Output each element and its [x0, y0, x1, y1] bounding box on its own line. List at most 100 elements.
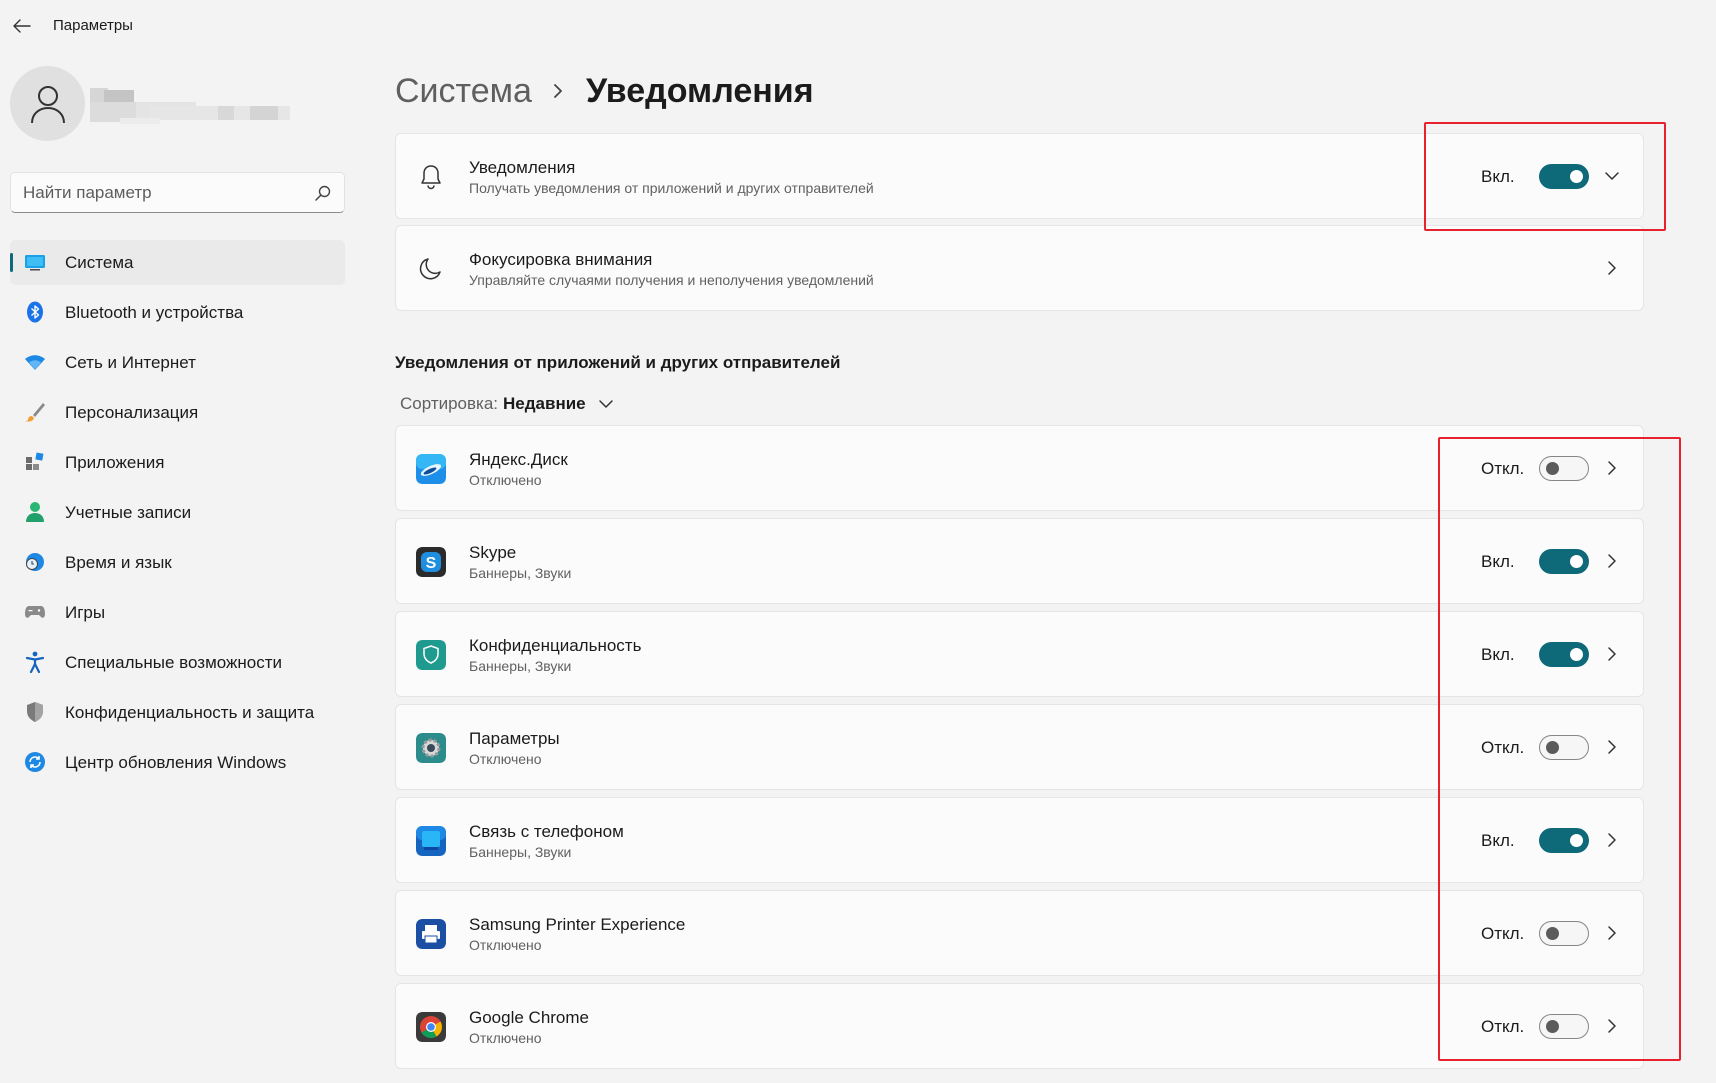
chevron-right-icon[interactable] — [1601, 829, 1623, 851]
app-toggle[interactable] — [1539, 549, 1589, 574]
app-row-google-chrome[interactable]: Google Chrome Отключено Откл. — [395, 983, 1644, 1069]
app-detail: Баннеры, Звуки — [469, 565, 572, 581]
search-input[interactable] — [23, 173, 303, 212]
moon-icon — [416, 254, 446, 284]
app-detail: Отключено — [469, 751, 542, 767]
sidebar-item-label: Конфиденциальность и защита — [65, 702, 315, 722]
app-toggle[interactable] — [1539, 1014, 1589, 1039]
sidebar-item-label: Сеть и Интернет — [65, 352, 196, 372]
sidebar-item-time-language[interactable]: Время и язык — [10, 540, 345, 585]
app-row-phone-link[interactable]: Связь с телефоном Баннеры, Звуки Вкл. — [395, 797, 1644, 883]
sidebar-item-label: Учетные записи — [65, 502, 192, 522]
toggle-knob — [1570, 834, 1583, 847]
sidebar-item-accessibility[interactable]: Специальные возможности — [10, 640, 345, 685]
app-row-yandex-disk[interactable]: Яндекс.Диск Отключено Откл. — [395, 425, 1644, 511]
sidebar-item-apps[interactable]: Приложения — [10, 440, 345, 485]
toggle-knob — [1570, 170, 1583, 183]
sidebar-item-network[interactable]: Сеть и Интернет — [10, 340, 345, 385]
chrome-icon — [416, 1012, 446, 1042]
app-detail: Отключено — [469, 937, 542, 953]
sidebar-item-bluetooth[interactable]: Bluetooth и устройства — [10, 290, 345, 335]
sidebar-item-system[interactable]: Система — [10, 240, 345, 285]
sidebar-item-label: Персонализация — [65, 402, 199, 422]
printer-icon — [416, 919, 446, 949]
gamepad-icon — [24, 601, 46, 623]
app-toggle[interactable] — [1539, 828, 1589, 853]
app-name: Конфиденциальность — [469, 636, 642, 655]
app-row-skype[interactable]: S Skype Баннеры, Звуки Вкл. — [395, 518, 1644, 604]
chevron-right-icon[interactable] — [1601, 550, 1623, 572]
avatar[interactable] — [10, 66, 85, 141]
page-title: Уведомления — [585, 71, 814, 110]
sidebar-item-windows-update[interactable]: Центр обновления Windows — [10, 740, 345, 785]
chevron-right-icon[interactable] — [1601, 457, 1623, 479]
toggle-knob — [1546, 1020, 1559, 1033]
toggle-knob — [1570, 648, 1583, 661]
app-detail: Отключено — [469, 472, 542, 488]
settings-gear-icon — [416, 733, 446, 763]
search-icon[interactable] — [314, 184, 332, 202]
globe-clock-icon — [24, 551, 46, 573]
app-state: Откл. — [1481, 924, 1525, 943]
chevron-down-icon[interactable] — [1601, 165, 1623, 187]
sidebar-nav: Система Bluetooth и устройства Сеть и Ин… — [10, 240, 345, 790]
app-state: Откл. — [1481, 738, 1525, 757]
app-name: Samsung Printer Experience — [469, 915, 686, 934]
chevron-down-icon — [598, 400, 613, 408]
focus-subtitle: Управляйте случаями получения и неполуче… — [469, 272, 874, 288]
app-name: Связь с телефоном — [469, 822, 624, 841]
shield-icon — [24, 701, 46, 723]
app-toggle[interactable] — [1539, 642, 1589, 667]
sidebar-item-label: Игры — [65, 602, 106, 622]
sidebar-item-label: Время и язык — [65, 552, 172, 572]
sidebar-item-personalization[interactable]: Персонализация — [10, 390, 345, 435]
back-button[interactable] — [8, 14, 36, 38]
app-name: Skype — [469, 543, 517, 562]
title-bar: Параметры — [0, 0, 1716, 52]
sidebar-item-label: Bluetooth и устройства — [65, 302, 244, 322]
phone-link-icon — [416, 826, 446, 856]
system-icon — [24, 251, 46, 273]
app-state: Откл. — [1481, 459, 1525, 478]
update-icon — [24, 751, 46, 773]
sidebar-item-privacy[interactable]: Конфиденциальность и защита — [10, 690, 345, 735]
yandex-disk-icon — [416, 454, 446, 484]
sidebar-item-label: Система — [65, 252, 134, 272]
app-toggle[interactable] — [1539, 456, 1589, 481]
profile-name-blurred — [90, 88, 295, 124]
app-state: Вкл. — [1481, 552, 1515, 571]
breadcrumb: Система Уведомления — [395, 66, 814, 116]
chevron-right-icon[interactable] — [1601, 257, 1623, 279]
toggle-knob — [1546, 741, 1559, 754]
notifications-card[interactable]: Уведомления Получать уведомления от прил… — [395, 133, 1644, 219]
back-arrow-icon — [13, 19, 31, 33]
app-toggle[interactable] — [1539, 735, 1589, 760]
sort-dropdown[interactable]: Сортировка: Недавние — [400, 394, 614, 414]
app-row-privacy[interactable]: Конфиденциальность Баннеры, Звуки Вкл. — [395, 611, 1644, 697]
breadcrumb-parent[interactable]: Система — [395, 72, 532, 111]
chevron-right-icon — [552, 82, 564, 100]
sidebar-item-label: Приложения — [65, 452, 165, 472]
sort-value: Недавние — [503, 394, 586, 413]
app-state: Вкл. — [1481, 645, 1515, 664]
focus-card[interactable]: Фокусировка внимания Управляйте случаями… — [395, 225, 1644, 311]
chevron-right-icon[interactable] — [1601, 643, 1623, 665]
app-name: Параметры — [469, 729, 560, 748]
sidebar-item-gaming[interactable]: Игры — [10, 590, 345, 635]
notifications-state: Вкл. — [1481, 167, 1515, 186]
chevron-right-icon[interactable] — [1601, 1015, 1623, 1037]
notifications-toggle[interactable] — [1539, 164, 1589, 189]
sidebar-item-label: Центр обновления Windows — [65, 752, 287, 772]
wifi-icon — [24, 351, 46, 373]
app-toggle[interactable] — [1539, 921, 1589, 946]
app-row-samsung-printer[interactable]: Samsung Printer Experience Отключено Отк… — [395, 890, 1644, 976]
chevron-right-icon[interactable] — [1601, 922, 1623, 944]
search-box[interactable] — [10, 172, 345, 213]
app-row-settings[interactable]: Параметры Отключено Откл. — [395, 704, 1644, 790]
sidebar-item-accounts[interactable]: Учетные записи — [10, 490, 345, 535]
chevron-right-icon[interactable] — [1601, 736, 1623, 758]
app-title: Параметры — [53, 17, 133, 34]
accessibility-icon — [24, 651, 46, 673]
selection-indicator — [10, 253, 13, 272]
app-state: Откл. — [1481, 1017, 1525, 1036]
